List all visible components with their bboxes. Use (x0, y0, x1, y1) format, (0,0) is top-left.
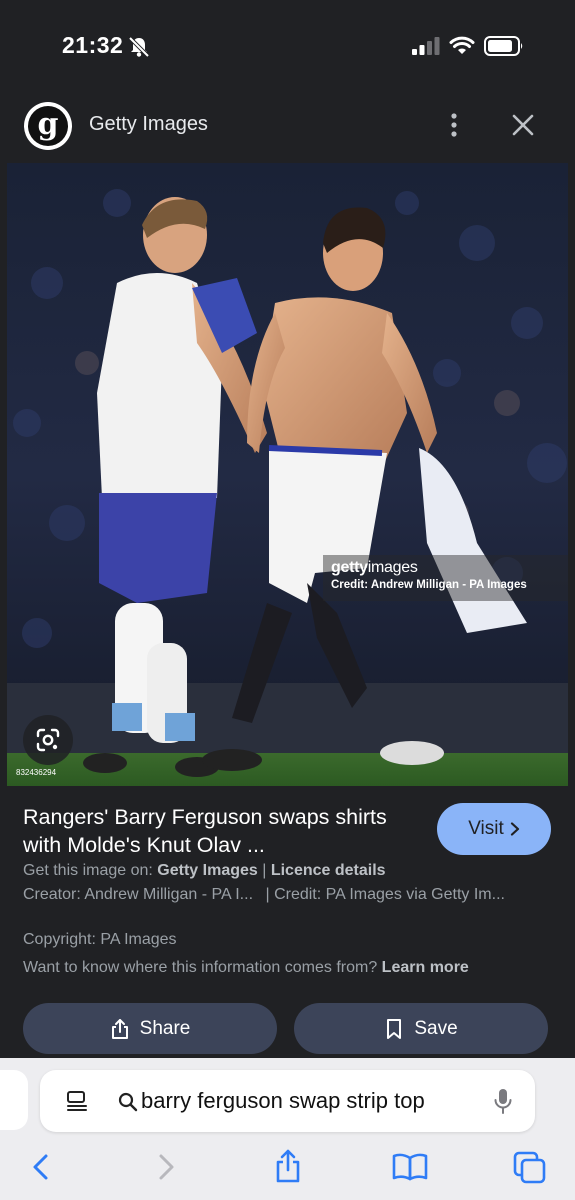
save-label: Save (414, 1017, 458, 1039)
share-icon (111, 1018, 128, 1039)
licence-details-link[interactable]: Licence details (271, 862, 386, 879)
info-question: Want to know where this information come… (23, 959, 378, 976)
lens-button[interactable] (23, 715, 73, 765)
forward-icon[interactable] (155, 1152, 177, 1182)
copyright-text: Copyright: PA Images (23, 931, 177, 948)
get-separator: | (257, 862, 271, 879)
logo-letter: g (28, 106, 68, 146)
share-button[interactable]: Share (23, 1003, 277, 1054)
safari-share-icon[interactable] (273, 1148, 303, 1184)
address-bar[interactable]: barry ferguson swap strip top (40, 1070, 535, 1132)
status-bar: 21:32 (0, 0, 575, 90)
getty-logo-icon[interactable]: g (24, 102, 72, 150)
status-time: 21:32 (62, 32, 124, 58)
learn-more-link[interactable]: Learn more (382, 959, 469, 976)
creator-text: Creator: Andrew Milligan - PA I... (23, 886, 254, 903)
visit-button[interactable]: Visit (437, 803, 551, 855)
address-text[interactable]: barry ferguson swap strip top (141, 1088, 425, 1114)
search-icon (118, 1092, 138, 1112)
chevron-right-icon (510, 822, 519, 836)
get-image-line: Get this image on: Getty Images | Licenc… (23, 862, 386, 880)
result-image[interactable]: gettyimages Credit: Andrew Milligan - PA… (7, 163, 568, 786)
image-id: 832436294 (16, 768, 57, 777)
share-label: Share (139, 1017, 191, 1039)
get-source-link[interactable]: Getty Images (157, 862, 257, 879)
getty-watermark: gettyimages Credit: Andrew Milligan - PA… (323, 555, 568, 601)
result-title[interactable]: Rangers' Barry Ferguson swaps shirts wit… (23, 803, 418, 859)
photo-two-footballers (7, 163, 568, 786)
bookmarks-book-icon[interactable] (391, 1152, 429, 1182)
bell-off-icon (128, 36, 150, 58)
visit-label: Visit (468, 818, 504, 839)
wifi-icon (449, 36, 475, 54)
lens-icon (36, 728, 60, 752)
reader-icon[interactable] (65, 1089, 89, 1113)
bookmark-icon (387, 1018, 402, 1039)
close-icon[interactable] (510, 112, 536, 138)
signal-icon (412, 37, 440, 55)
creator-credit-line: Creator: Andrew Milligan - PA I... | Cre… (23, 886, 553, 904)
info-line: Want to know where this information come… (23, 959, 469, 977)
mic-icon[interactable] (493, 1087, 513, 1115)
more-vert-icon[interactable] (441, 110, 467, 140)
watermark-credit: Credit: Andrew Milligan - PA Images (331, 579, 527, 591)
watermark-brand: gettyimages (331, 559, 418, 576)
previous-tab-preview[interactable] (0, 1070, 28, 1130)
get-prefix: Get this image on: (23, 862, 158, 879)
tabs-icon[interactable] (512, 1150, 548, 1184)
battery-icon (484, 36, 523, 56)
source-name[interactable]: Getty Images (89, 113, 208, 136)
credit-text: | Credit: PA Images via Getty Im... (265, 886, 505, 903)
save-button[interactable]: Save (294, 1003, 548, 1054)
source-header: g Getty Images (0, 90, 575, 162)
back-icon[interactable] (30, 1152, 52, 1182)
